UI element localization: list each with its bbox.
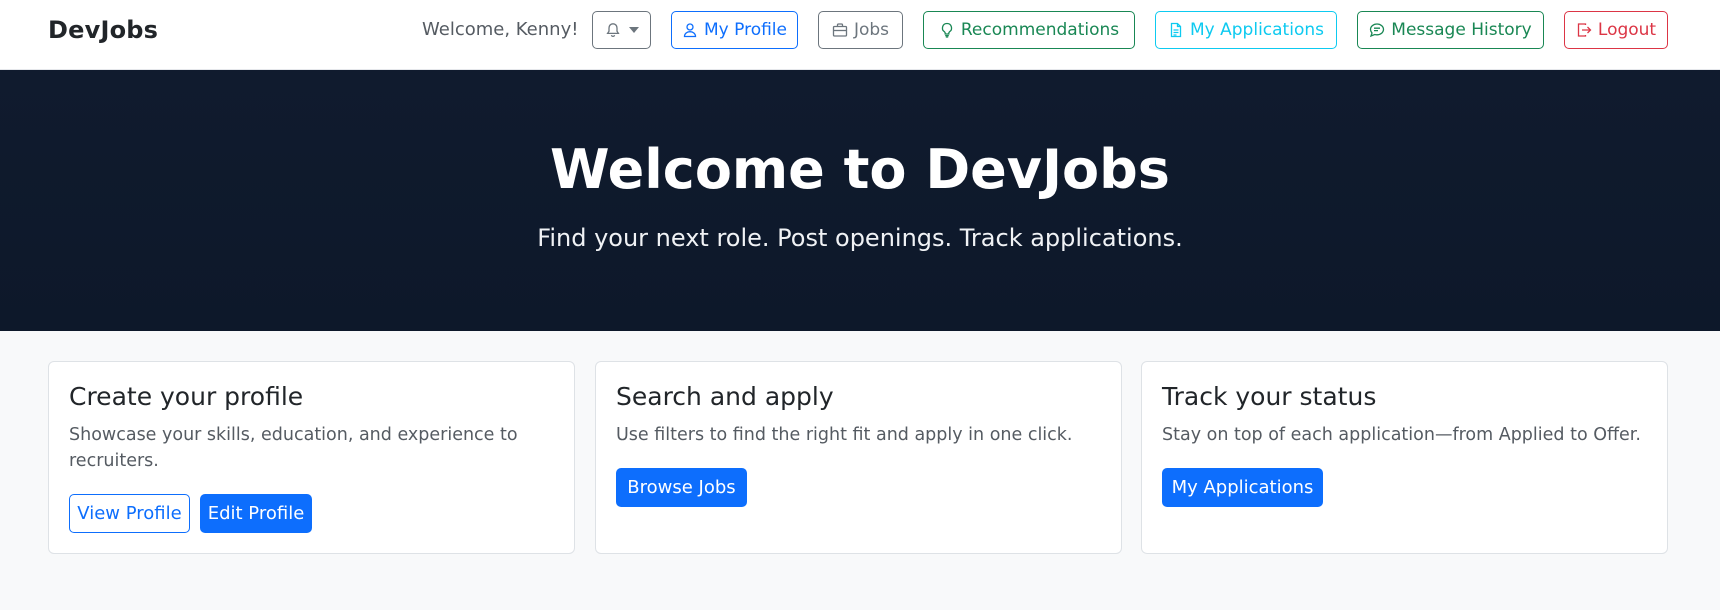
- edit-profile-button[interactable]: Edit Profile: [200, 494, 312, 533]
- logout-button[interactable]: Logout: [1564, 11, 1668, 49]
- create-profile-card: Create your profile Showcase your skills…: [48, 361, 575, 554]
- hero-subtitle: Find your next role. Post openings. Trac…: [537, 224, 1183, 252]
- card-title: Track your status: [1162, 382, 1377, 411]
- message-history-button[interactable]: Message History: [1357, 11, 1544, 49]
- my-profile-button[interactable]: My Profile: [671, 11, 798, 49]
- notifications-dropdown-button[interactable]: [592, 11, 651, 49]
- chat-icon: [1370, 23, 1385, 38]
- my-applications-card-button[interactable]: My Applications: [1162, 468, 1323, 507]
- card-title: Search and apply: [616, 382, 834, 411]
- my-applications-nav-label: My Applications: [1190, 20, 1324, 40]
- caret-down-icon: [628, 27, 639, 33]
- hero-banner: Welcome to DevJobs Find your next role. …: [0, 70, 1720, 331]
- logout-icon: [1577, 23, 1592, 37]
- welcome-text: Welcome, Kenny!: [422, 19, 579, 40]
- search-apply-card: Search and apply Use filters to find the…: [595, 361, 1122, 554]
- bell-icon: [605, 23, 620, 38]
- card-text: Use filters to find the right fit and ap…: [616, 425, 1073, 445]
- view-profile-button[interactable]: View Profile: [69, 494, 190, 533]
- my-profile-label: My Profile: [704, 20, 787, 40]
- document-icon: [1170, 22, 1182, 38]
- person-icon: [683, 23, 697, 38]
- briefcase-icon: [832, 23, 848, 37]
- message-history-label: Message History: [1391, 20, 1532, 40]
- card-text: Showcase your skills, education, and exp…: [69, 425, 518, 471]
- browse-jobs-button[interactable]: Browse Jobs: [616, 468, 747, 507]
- recommendations-label: Recommendations: [960, 20, 1120, 40]
- jobs-button[interactable]: Jobs: [818, 11, 903, 49]
- card-text: Stay on top of each application—from App…: [1162, 425, 1641, 445]
- card-title: Create your profile: [69, 382, 304, 411]
- my-applications-nav-button[interactable]: My Applications: [1155, 11, 1337, 49]
- navbar: DevJobs Welcome, Kenny! My Profile Jobs …: [0, 0, 1720, 70]
- lightbulb-icon: [941, 22, 953, 38]
- logout-label: Logout: [1597, 20, 1657, 40]
- recommendations-button[interactable]: Recommendations: [923, 11, 1135, 49]
- hero-title: Welcome to DevJobs: [550, 138, 1170, 201]
- brand-logo[interactable]: DevJobs: [48, 16, 158, 44]
- jobs-label: Jobs: [853, 20, 890, 40]
- track-status-card: Track your status Stay on top of each ap…: [1141, 361, 1668, 554]
